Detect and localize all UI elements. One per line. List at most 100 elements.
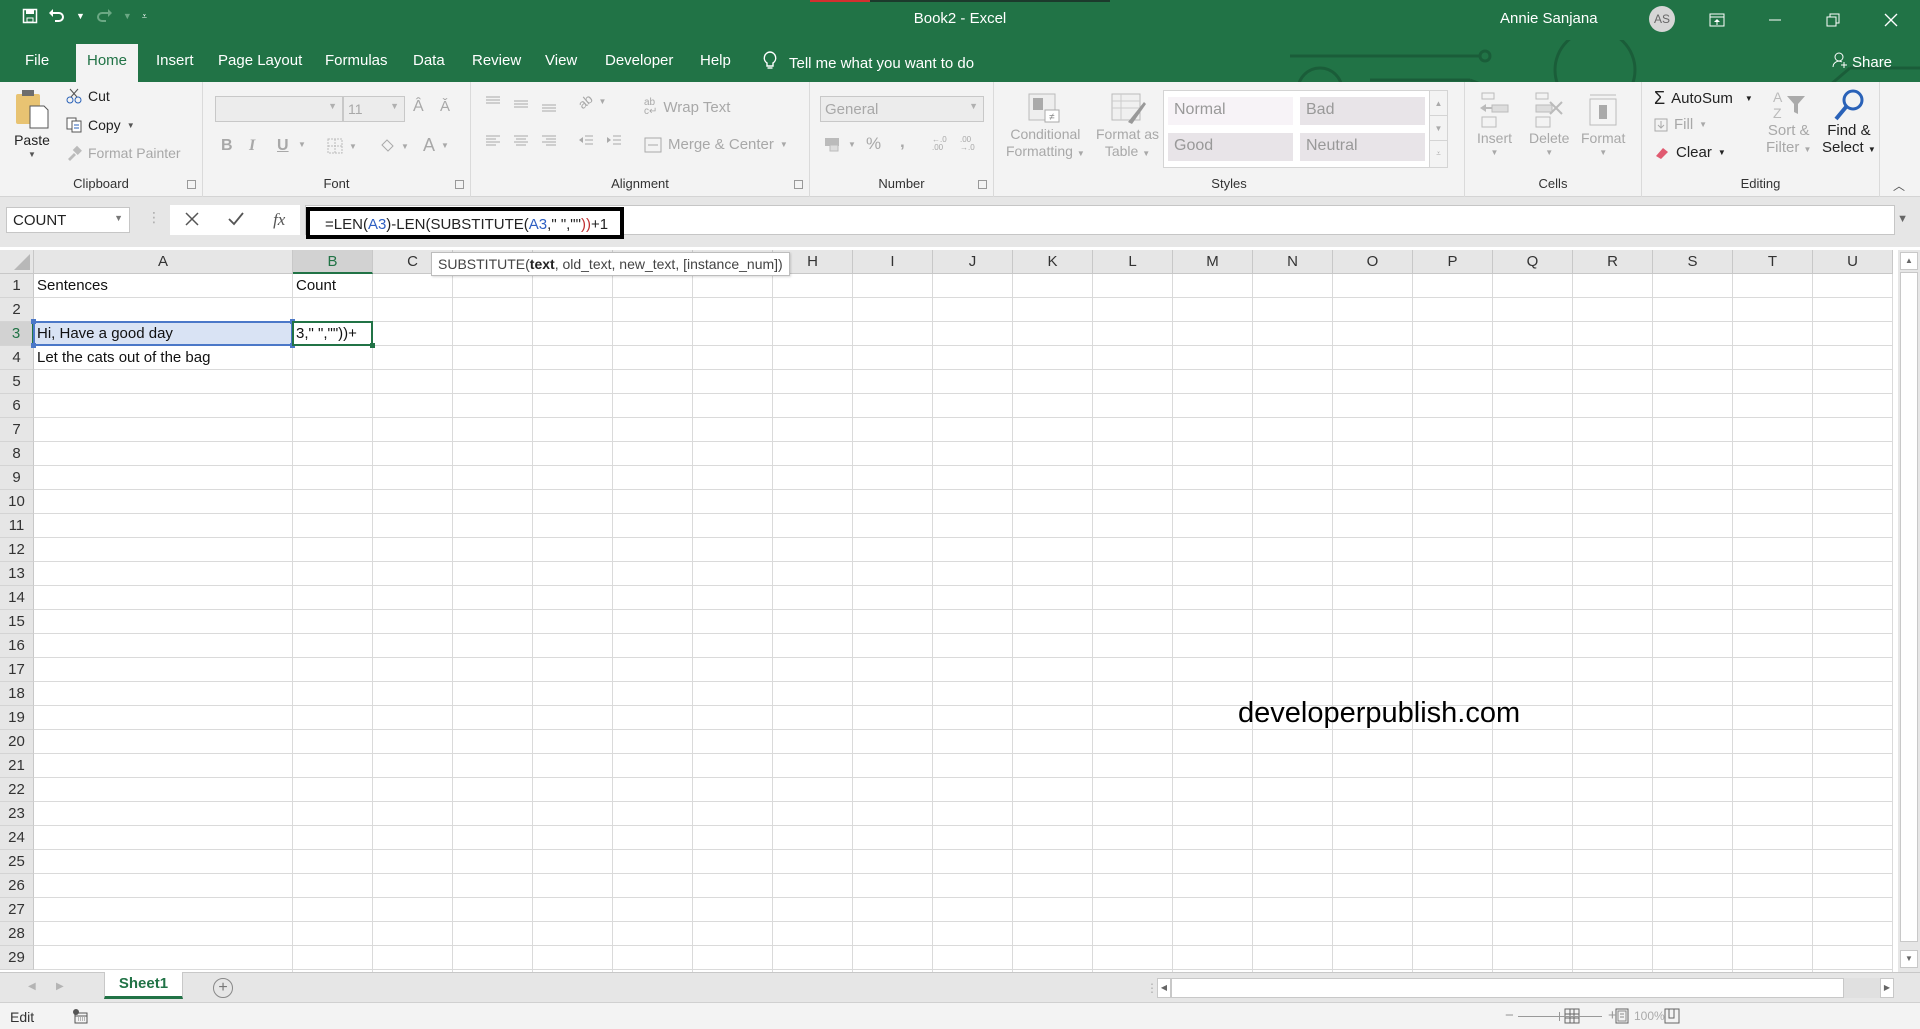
find-select-button[interactable]: Find & Select ▼ (1822, 88, 1876, 158)
increase-decimal-button[interactable]: ←.0.00 (932, 136, 947, 152)
row-header-14[interactable]: 14 (0, 586, 34, 610)
row-header-16[interactable]: 16 (0, 634, 34, 658)
tab-formulas[interactable]: Formulas (325, 52, 388, 69)
tab-review[interactable]: Review (472, 52, 521, 69)
copy-button[interactable]: Copy ▼ (66, 117, 135, 133)
restore-icon[interactable] (1804, 0, 1862, 40)
zoom-in-button[interactable]: + (1608, 1007, 1617, 1024)
tell-me-search[interactable]: Tell me what you want to do (763, 51, 974, 75)
italic-button[interactable]: I (249, 137, 255, 155)
zoom-out-button[interactable]: − (1505, 1007, 1514, 1024)
scroll-down-icon[interactable]: ▼ (1900, 950, 1918, 968)
row-header-1[interactable]: 1 (0, 274, 34, 298)
increase-indent-button[interactable] (606, 134, 622, 146)
percent-button[interactable]: % (866, 134, 881, 154)
number-format-combo[interactable]: General ▼ (820, 96, 984, 122)
row-header-18[interactable]: 18 (0, 682, 34, 706)
underline-button[interactable]: U (277, 137, 289, 155)
row-header-15[interactable]: 15 (0, 610, 34, 634)
gallery-up-icon[interactable]: ▲ (1430, 91, 1447, 116)
clipboard-dialog-launcher[interactable] (187, 180, 196, 189)
number-dialog-launcher[interactable] (978, 180, 987, 189)
add-sheet-icon[interactable]: + (213, 978, 233, 998)
share-button[interactable]: Share (1832, 52, 1892, 72)
column-header-l[interactable]: L (1093, 250, 1173, 274)
tab-page-layout[interactable]: Page Layout (218, 52, 302, 69)
orientation-button[interactable]: ab ▼ (575, 91, 607, 112)
minimize-icon[interactable] (1746, 0, 1804, 40)
row-header-11[interactable]: 11 (0, 514, 34, 538)
horizontal-scroll-thumb[interactable] (1171, 978, 1844, 998)
autosum-button[interactable]: Σ AutoSum ▼ (1654, 88, 1753, 109)
macro-recording-icon[interactable] (72, 1008, 88, 1027)
row-header-19[interactable]: 19 (0, 706, 34, 730)
font-dialog-launcher[interactable] (455, 180, 464, 189)
sheet-tab-sheet1[interactable]: Sheet1 (104, 972, 183, 999)
scroll-right-icon[interactable]: ▶ (1880, 978, 1894, 998)
row-header-24[interactable]: 24 (0, 826, 34, 850)
column-header-r[interactable]: R (1573, 250, 1653, 274)
row-header-25[interactable]: 25 (0, 850, 34, 874)
column-header-m[interactable]: M (1173, 250, 1253, 274)
column-header-t[interactable]: T (1733, 250, 1813, 274)
select-all-button[interactable] (0, 250, 34, 274)
column-header-s[interactable]: S (1653, 250, 1733, 274)
name-box[interactable]: COUNT ▼ (6, 207, 130, 233)
accounting-format-button[interactable]: ▼ (824, 136, 856, 152)
alignment-dialog-launcher[interactable] (794, 180, 803, 189)
row-header-9[interactable]: 9 (0, 466, 34, 490)
row-header-6[interactable]: 6 (0, 394, 34, 418)
tab-home[interactable]: Home (76, 44, 139, 82)
merge-center-button[interactable]: Merge & Center ▼ (644, 136, 788, 153)
collapse-ribbon-icon[interactable]: ︿ (1893, 177, 1905, 194)
vertical-scroll-thumb[interactable] (1900, 272, 1918, 942)
column-header-i[interactable]: I (853, 250, 933, 274)
column-header-u[interactable]: U (1813, 250, 1893, 274)
decrease-decimal-button[interactable]: .00 →.0 (960, 136, 975, 152)
style-good[interactable]: Good (1168, 133, 1293, 161)
row-header-23[interactable]: 23 (0, 802, 34, 826)
row-header-10[interactable]: 10 (0, 490, 34, 514)
expand-formula-bar-icon[interactable]: ▼ (1897, 213, 1908, 225)
conditional-formatting-button[interactable]: ≠ Conditional Formatting ▼ (1006, 92, 1085, 162)
insert-cells-button[interactable]: Insert ▼ (1477, 92, 1512, 157)
zoom-slider[interactable] (1518, 1012, 1602, 1021)
decrease-font-size-button[interactable]: Ǎ (440, 98, 450, 115)
formula-bar-splitter[interactable]: ⋮ (147, 209, 161, 226)
tooltip-current-arg[interactable]: text (530, 256, 555, 272)
row-header-21[interactable]: 21 (0, 754, 34, 778)
cut-button[interactable]: Cut (66, 88, 110, 104)
borders-button[interactable]: ▼ (327, 138, 357, 154)
cell-a3[interactable]: Hi, Have a good day (34, 322, 293, 346)
cell-a1[interactable]: Sentences (34, 274, 293, 298)
user-name[interactable]: Annie Sanjana (1500, 10, 1598, 27)
row-header-22[interactable]: 22 (0, 778, 34, 802)
sort-filter-button[interactable]: AZ Sort & Filter ▼ (1766, 88, 1811, 158)
column-header-o[interactable]: O (1333, 250, 1413, 274)
cell-a4[interactable]: Let the cats out of the bag (34, 346, 293, 370)
insert-function-icon[interactable]: fx (273, 210, 285, 230)
column-header-a[interactable]: A (34, 250, 293, 274)
tab-view[interactable]: View (545, 52, 577, 69)
fill-color-button[interactable]: ▼ (379, 138, 409, 154)
row-header-17[interactable]: 17 (0, 658, 34, 682)
gallery-down-icon[interactable]: ▼ (1430, 116, 1447, 141)
comma-style-button[interactable]: , (900, 132, 905, 152)
row-header-29[interactable]: 29 (0, 946, 34, 970)
vertical-scrollbar[interactable]: ▲ ▼ (1898, 250, 1920, 972)
row-header-20[interactable]: 20 (0, 730, 34, 754)
style-bad[interactable]: Bad (1300, 97, 1425, 125)
format-as-table-button[interactable]: Format as Table ▼ (1096, 92, 1159, 162)
column-header-p[interactable]: P (1413, 250, 1493, 274)
style-neutral[interactable]: Neutral (1300, 133, 1425, 161)
top-align-button[interactable] (485, 96, 501, 108)
row-header-27[interactable]: 27 (0, 898, 34, 922)
column-header-n[interactable]: N (1253, 250, 1333, 274)
increase-font-size-button[interactable]: Â (413, 98, 424, 116)
tab-developer[interactable]: Developer (605, 52, 673, 69)
cell-b1[interactable]: Count (293, 274, 373, 298)
styles-gallery-scroll[interactable]: ▲ ▼ ⩡ (1429, 91, 1447, 167)
tab-data[interactable]: Data (413, 52, 445, 69)
align-center-button[interactable] (513, 134, 529, 146)
formula-text[interactable]: =LEN(A3)-LEN(SUBSTITUTE(A3," ",""))+1 (325, 216, 608, 233)
